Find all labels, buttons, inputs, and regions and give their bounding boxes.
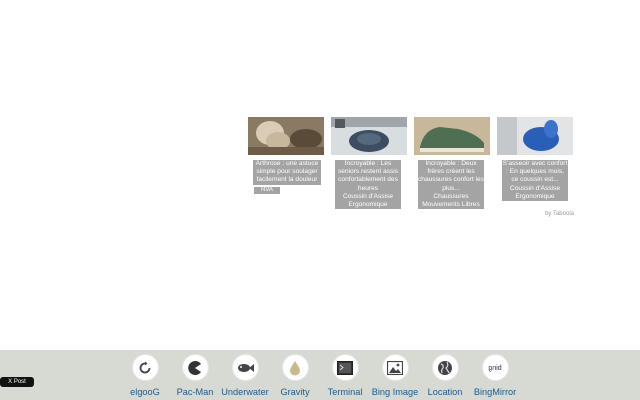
bing-mirror-icon: bing [481,354,509,381]
globe-icon [431,354,459,381]
card-4-thumbnail[interactable] [497,117,573,155]
taboola-widget: Arthrose : une astuce simple pour soulag… [248,117,574,221]
elgoog-icon [131,354,159,381]
promo-card-3[interactable]: Incroyable : Deux frères créent les chau… [414,117,490,210]
tools-footer: elgooG Pac-Man Underwater Gravity Termin… [0,350,640,400]
promo-card-1[interactable]: Arthrose : une astuce simple pour soulag… [248,117,324,194]
svg-text:bing: bing [488,365,501,372]
drop-icon [281,354,309,381]
x-post-button[interactable]: X Post [0,377,34,387]
card-1-thumbnail[interactable] [248,117,324,155]
by-taboola-link[interactable]: by Taboola [545,211,574,217]
card-4-caption[interactable]: S'asseoir avec confort : En quelques moi… [502,160,568,202]
pacman-icon [181,354,209,381]
card-2-thumbnail[interactable] [331,117,407,155]
card-2-caption[interactable]: Incroyable : Les seniors restent assis c… [335,160,401,210]
card-3-thumbnail[interactable] [414,117,490,155]
card-3-caption[interactable]: Incroyable : Deux frères créent les chau… [418,160,484,210]
image-icon [381,354,409,381]
promo-card-2[interactable]: Incroyable : Les seniors restent assis c… [331,117,407,210]
terminal-icon [331,354,359,381]
fish-icon [231,354,259,381]
card-1-caption[interactable]: Arthrose : une astuce simple pour soulag… [253,160,321,185]
tool-bingmirror[interactable]: bing BingMirror [465,353,525,397]
promo-card-4[interactable]: S'asseoir avec confort : En quelques moi… [497,117,573,202]
card-1-sponsor[interactable]: NVA [254,187,280,194]
